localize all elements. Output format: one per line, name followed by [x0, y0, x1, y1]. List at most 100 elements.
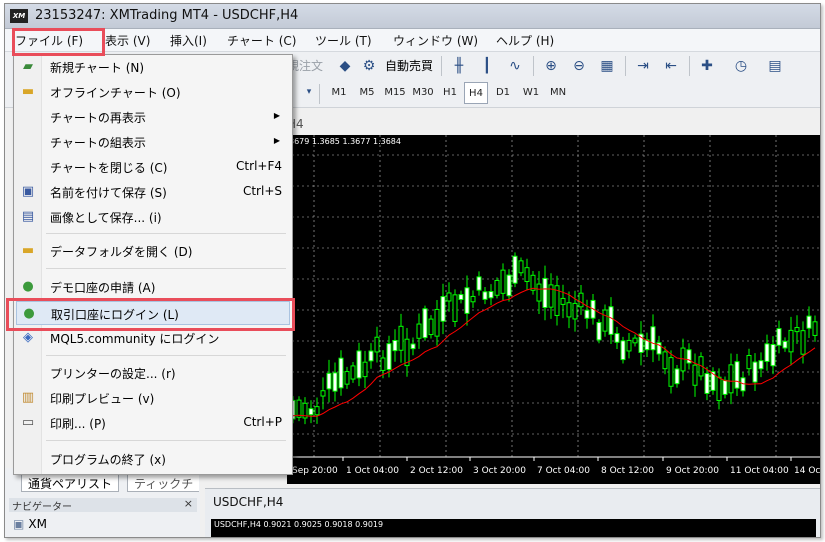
candle-shape — [794, 315, 800, 344]
save-icon: ▣ — [21, 184, 35, 199]
left-panels: 通貨ペアリスト ティックチ ナビゲーター × ▣ XM — [5, 468, 200, 537]
tf-mn[interactable]: MN — [546, 82, 570, 104]
price-chart[interactable]: Sep 20:00 1 Oct 04:00 2 Oct 12:00 3 Oct 20:… — [287, 135, 820, 484]
line-chart-icon[interactable]: ∿ — [505, 56, 525, 76]
menu-item-print-preview[interactable]: ▥ 印刷プレビュー (v) — [16, 386, 290, 410]
autotrade-status-icon: ⚙ — [362, 58, 376, 74]
menu-item-close-chart[interactable]: チャートを閉じる (C) Ctrl+F4 — [16, 155, 290, 179]
close-icon[interactable]: × — [184, 497, 193, 510]
candle-shape — [338, 350, 344, 396]
secondary-chart-title[interactable]: USDCHF,H4 — [213, 495, 283, 509]
candle-shape — [344, 366, 350, 389]
x-axis-label: Sep 20:00 — [292, 466, 338, 476]
templates-icon[interactable]: ▤ — [765, 56, 785, 76]
candle-shape — [500, 263, 506, 301]
candle-shape — [770, 336, 776, 375]
save-image-icon: ▤ — [21, 209, 35, 224]
zoom-out-icon[interactable]: ⊖ — [569, 56, 589, 76]
candle-shape — [524, 258, 530, 291]
tab-market-watch[interactable]: 通貨ペアリスト — [21, 472, 120, 492]
menu-item-printer-setup[interactable]: プリンターの設定... (r) — [16, 361, 290, 385]
candle-shape — [308, 400, 314, 424]
tf-h1[interactable]: H1 — [439, 82, 461, 104]
tf-m15[interactable]: M15 — [382, 82, 408, 104]
folder-icon: ▬ — [21, 243, 35, 258]
candle-shape — [656, 335, 662, 361]
candle-shape — [578, 285, 584, 315]
candlestick-icon[interactable]: ┃ — [477, 56, 497, 76]
candle-shape — [506, 269, 512, 302]
candle-shape — [326, 359, 332, 403]
candle-shape — [764, 334, 770, 371]
candle-shape — [518, 257, 524, 277]
zoom-in-icon[interactable]: ⊕ — [541, 56, 561, 76]
tf-h4[interactable]: H4 — [464, 82, 488, 104]
secondary-chart[interactable]: USDCHF,H4 0.9021 0.9025 0.9018 0.9019 — [211, 519, 816, 537]
candle-shape — [812, 315, 818, 342]
x-axis-label: 2 Oct 12:00 — [410, 466, 463, 476]
candle-shape — [398, 313, 404, 363]
tf-m30[interactable]: M30 — [410, 82, 436, 104]
candle-shape — [374, 326, 380, 363]
navigator-account-xm[interactable]: ▣ XM — [13, 517, 47, 531]
x-axis-label: 11 Oct 04:00 — [730, 466, 789, 476]
menu-separator — [46, 233, 286, 234]
candle-shape — [692, 353, 698, 397]
menu-item-save-as[interactable]: ▣ 名前を付けて保存 (S) Ctrl+S — [16, 180, 290, 204]
candle-shape — [320, 377, 326, 410]
candle-shape — [392, 329, 398, 362]
menu-item-profiles[interactable]: チャートの組表示 ▶ — [16, 130, 290, 154]
chart-canvas: Sep 20:00 1 Oct 04:00 2 Oct 12:00 3 Oct 20:… — [287, 135, 820, 476]
menu-help[interactable]: ヘルプ (H) — [496, 32, 554, 49]
candle-shape — [404, 327, 410, 377]
menu-insert[interactable]: 挿入(I) — [170, 32, 207, 49]
candle-shape — [296, 396, 302, 422]
candle-shape — [332, 362, 338, 402]
indicators-icon[interactable]: ✚ — [697, 56, 717, 76]
auto-scroll-icon[interactable]: ⇤ — [661, 56, 681, 76]
candle-shape — [314, 397, 320, 424]
bar-chart-icon[interactable]: ╫ — [449, 56, 469, 76]
candle-shape — [410, 337, 416, 356]
menu-item-redisplay-chart[interactable]: チャートの再表示 ▶ — [16, 105, 290, 129]
menu-chart[interactable]: チャート (C) — [227, 32, 296, 49]
menu-separator — [46, 355, 286, 356]
highlight-login-item — [6, 298, 295, 331]
submenu-arrow-icon: ▶ — [273, 111, 280, 120]
candle-shape — [446, 282, 452, 312]
menu-item-demo-account[interactable]: ● デモ口座の申請 (A) — [16, 275, 290, 299]
candle-shape — [602, 304, 608, 337]
candle-shape — [482, 286, 488, 305]
menu-item-save-as-picture[interactable]: ▤ 画像として保存... (i) — [16, 205, 290, 229]
menu-item-new-chart[interactable]: ▰ 新規チャート (N) — [16, 55, 290, 79]
candle-shape — [788, 316, 794, 366]
dropdown-arrow-icon[interactable]: ▾ — [299, 82, 319, 102]
mt4-window: XM 23153247: XMTrading MT4 - USDCHF,H4 フ… — [4, 3, 821, 538]
candle-shape — [560, 284, 566, 319]
candle-shape — [620, 336, 626, 364]
menu-window[interactable]: ウィンドウ (W) — [393, 32, 478, 49]
menu-item-offline-chart[interactable]: ▬ オフラインチャート (O) — [16, 80, 290, 104]
autotrade-button[interactable]: 自動売買 — [385, 57, 433, 74]
window-title: 23153247: XMTrading MT4 - USDCHF,H4 — [35, 8, 299, 23]
candle-shape — [614, 326, 620, 350]
tf-m5[interactable]: M5 — [355, 82, 379, 104]
tf-m1[interactable]: M1 — [327, 82, 351, 104]
menu-item-print[interactable]: ▭ 印刷... (P) Ctrl+P — [16, 411, 290, 435]
menu-item-open-data-folder[interactable]: ▬ データフォルダを開く (D) — [16, 239, 290, 263]
tab-tick-chart[interactable]: ティックチ — [127, 472, 200, 492]
candle-shape — [572, 290, 578, 332]
candle-shape — [632, 334, 638, 347]
periods-clock-icon[interactable]: ◷ — [731, 56, 751, 76]
candle-shape — [458, 290, 464, 304]
chart-shift-icon[interactable]: ⇥ — [633, 56, 653, 76]
tf-d1[interactable]: D1 — [492, 82, 514, 104]
menu-view[interactable]: 表示 (V) — [105, 32, 150, 49]
tf-w1[interactable]: W1 — [519, 82, 543, 104]
x-axis-label: 1 Oct 04:00 — [346, 466, 399, 476]
tile-windows-icon[interactable]: ▦ — [597, 56, 617, 76]
menu-item-exit[interactable]: プログラムの終了 (x) — [16, 447, 290, 471]
highlight-file-menu — [12, 28, 105, 56]
menu-tools[interactable]: ツール (T) — [315, 32, 372, 49]
mql5-icon: ◈ — [23, 330, 33, 345]
